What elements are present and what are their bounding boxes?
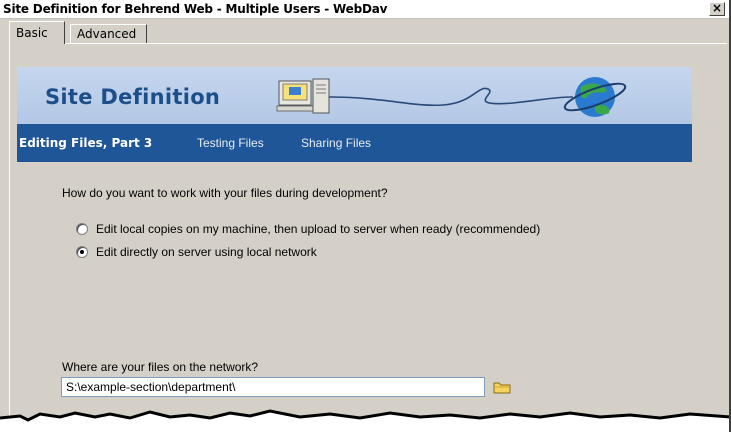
option-edit-local[interactable]: Edit local copies on my machine, then up… — [76, 221, 540, 237]
wizard-step-nav: Editing Files, Part 3 Testing Files Shar… — [17, 124, 692, 162]
radio-edit-on-server[interactable] — [76, 246, 88, 258]
window-title: Site Definition for Behrend Web - Multip… — [3, 2, 388, 16]
tab-basic[interactable]: Basic — [9, 21, 65, 44]
radio-edit-local[interactable] — [76, 223, 88, 235]
network-path-input[interactable]: S:\example-section\department\ — [61, 377, 485, 397]
work-mode-question: How do you want to work with your files … — [62, 186, 388, 200]
banner-title: Site Definition — [45, 85, 221, 109]
torn-edge-decoration — [0, 409, 729, 432]
nav-step-sharing-files[interactable]: Sharing Files — [301, 136, 371, 150]
tab-advanced[interactable]: Advanced — [70, 24, 147, 43]
network-path-label: Where are your files on the network? — [62, 360, 259, 374]
computer-globe-illustration — [276, 77, 627, 117]
option-edit-local-label: Edit local copies on my machine, then up… — [96, 222, 541, 236]
site-definition-banner: Site Definition — [17, 67, 692, 124]
option-edit-on-server[interactable]: Edit directly on server using local netw… — [76, 244, 317, 260]
folder-icon[interactable] — [491, 378, 513, 396]
computer-icon — [276, 78, 330, 114]
site-definition-dialog: Site Definition for Behrend Web - Multip… — [0, 0, 731, 432]
nav-step-editing-files[interactable]: Editing Files, Part 3 — [19, 136, 152, 150]
title-bar: Site Definition for Behrend Web - Multip… — [0, 0, 729, 19]
close-button[interactable]: × — [709, 2, 725, 16]
nav-step-testing-files[interactable]: Testing Files — [197, 136, 264, 150]
option-edit-on-server-label: Edit directly on server using local netw… — [96, 245, 317, 259]
